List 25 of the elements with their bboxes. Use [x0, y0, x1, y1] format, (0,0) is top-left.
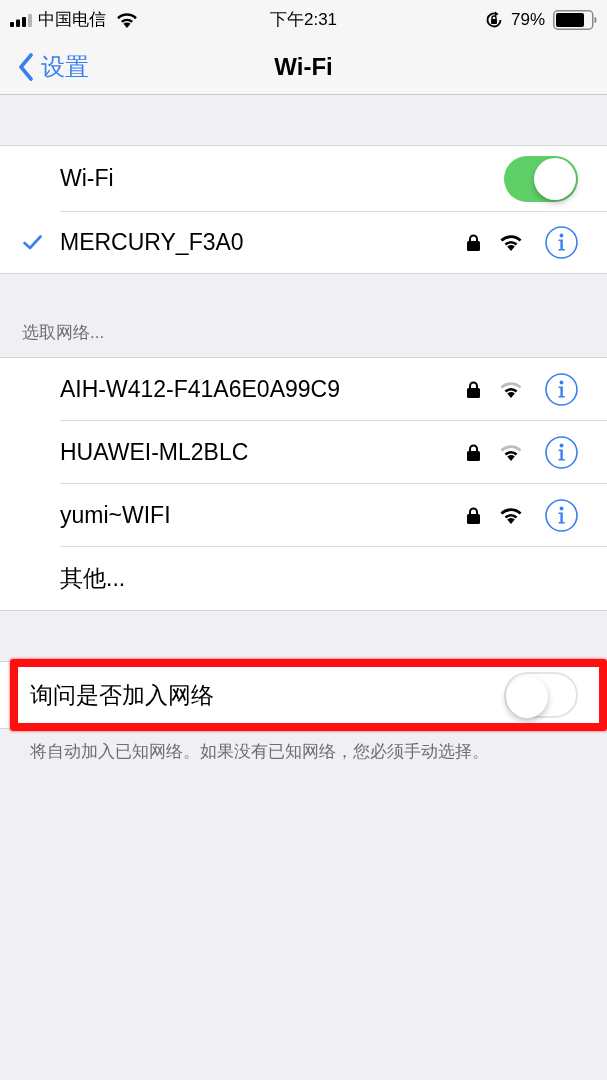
info-icon[interactable]	[545, 498, 578, 532]
toggle-switch[interactable]	[504, 672, 578, 718]
network-name[interactable]: 其他...	[60, 561, 578, 596]
wifi-status-icon	[116, 12, 138, 28]
info-icon[interactable]	[545, 226, 578, 259]
network-name[interactable]: MERCURY_F3A0	[60, 225, 467, 260]
battery-icon	[553, 10, 597, 30]
network-name[interactable]: AIH-W412-F41A6E0A99C9	[60, 371, 467, 407]
ask-to-join-label: 询问是否加入网络	[30, 680, 215, 710]
wifi-label: Wi-Fi	[60, 164, 115, 194]
carrier-name: 中国电信	[38, 9, 106, 32]
network-name[interactable]: HUAWEI-ML2BLC	[60, 434, 467, 470]
section-header: 选取网络...	[22, 321, 105, 344]
network-name[interactable]: yumi~WIFI	[60, 497, 467, 533]
toggle-switch[interactable]	[504, 155, 578, 202]
info-icon[interactable]	[545, 435, 578, 469]
page-title: Wi-Fi	[274, 52, 333, 82]
battery-percent: 79%	[510, 9, 545, 32]
status-time: 下午2:31	[269, 9, 338, 32]
footer-note: 将自动加入已知网络。如果没有已知网络，您必须手动选择。	[30, 742, 489, 761]
back-button[interactable]: 设置	[0, 49, 89, 85]
orientation-lock-icon	[484, 11, 503, 29]
info-icon[interactable]	[545, 372, 578, 406]
cellular-signal-icon	[10, 13, 32, 27]
chevron-left-icon	[18, 53, 33, 81]
